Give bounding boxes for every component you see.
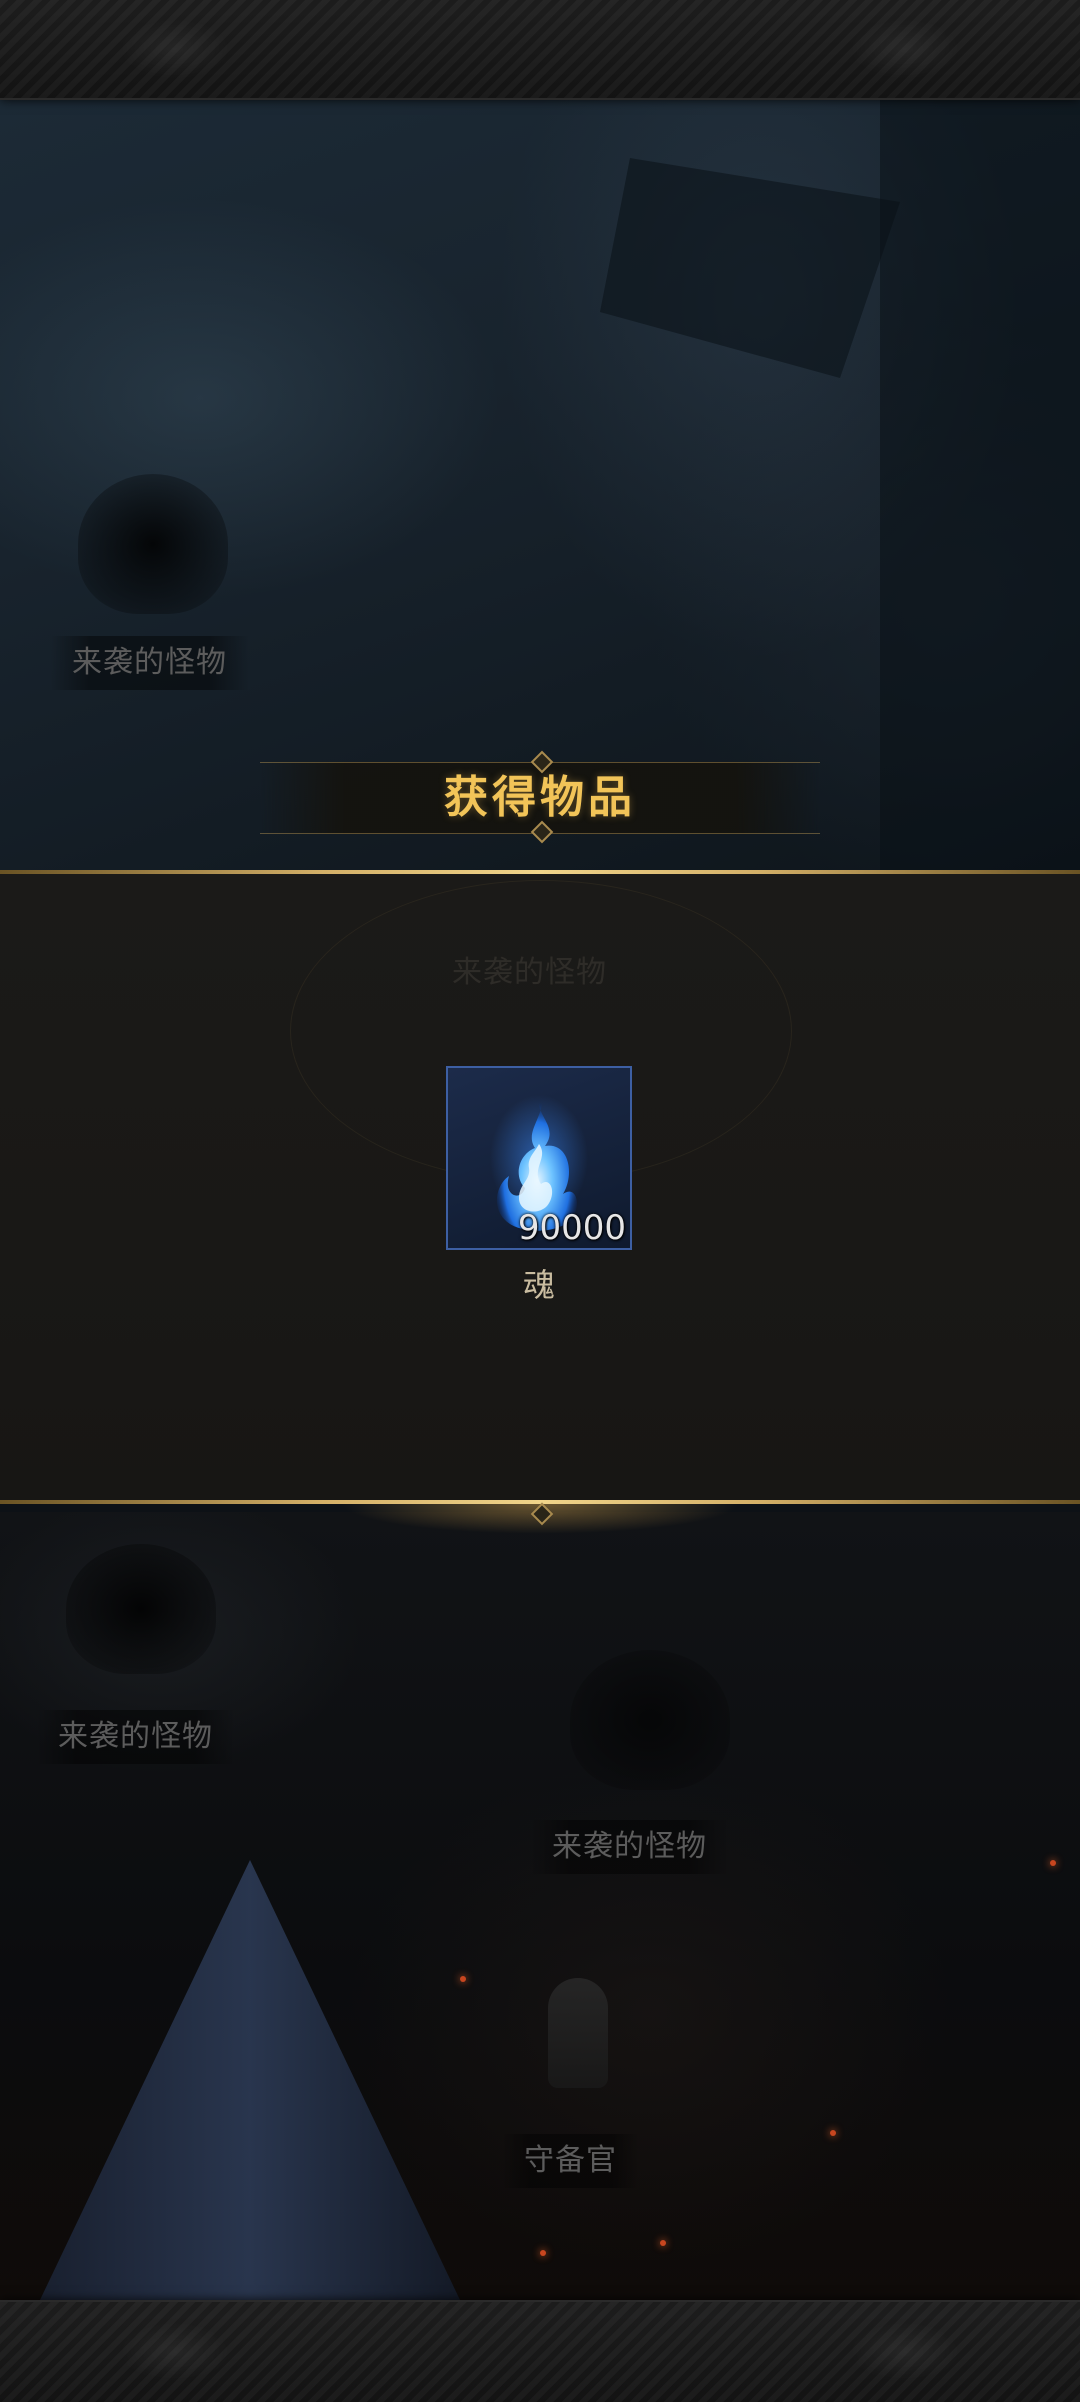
monster-name-tag[interactable]: 来袭的怪物 [36,1710,235,1764]
ember-particle [1050,1860,1056,1866]
guard-name-tag[interactable]: 守备官 [502,2134,639,2188]
ember-particle [540,2250,546,2256]
monster-name-tag[interactable]: 来袭的怪物 [50,636,249,690]
reward-item-slot[interactable]: 90000 [446,1066,632,1250]
panel-top-border [0,870,1080,874]
faded-monster-name-tag: 来袭的怪物 [452,955,607,990]
cliff-wall [880,98,1080,870]
frame-ornament [120,19,230,79]
monster-silhouette[interactable] [570,1650,730,1790]
guard-captain-figure[interactable] [548,1978,608,2088]
bottom-frame-bar [0,2300,1080,2402]
monster-silhouette[interactable] [66,1544,216,1674]
frame-ornament [850,19,960,79]
frame-ornament [120,2322,230,2382]
cliff-rock [600,158,900,378]
ember-particle [660,2240,666,2246]
ember-particle [460,1976,466,1982]
reward-item-count: 90000 [517,1208,626,1248]
reward-item-name: 魂 [522,1266,555,1304]
frame-ornament [850,2322,960,2382]
monster-silhouette[interactable] [78,474,228,614]
top-frame-bar [0,0,1080,100]
ember-particle [830,2130,836,2136]
monster-name-tag[interactable]: 来袭的怪物 [530,1820,729,1874]
